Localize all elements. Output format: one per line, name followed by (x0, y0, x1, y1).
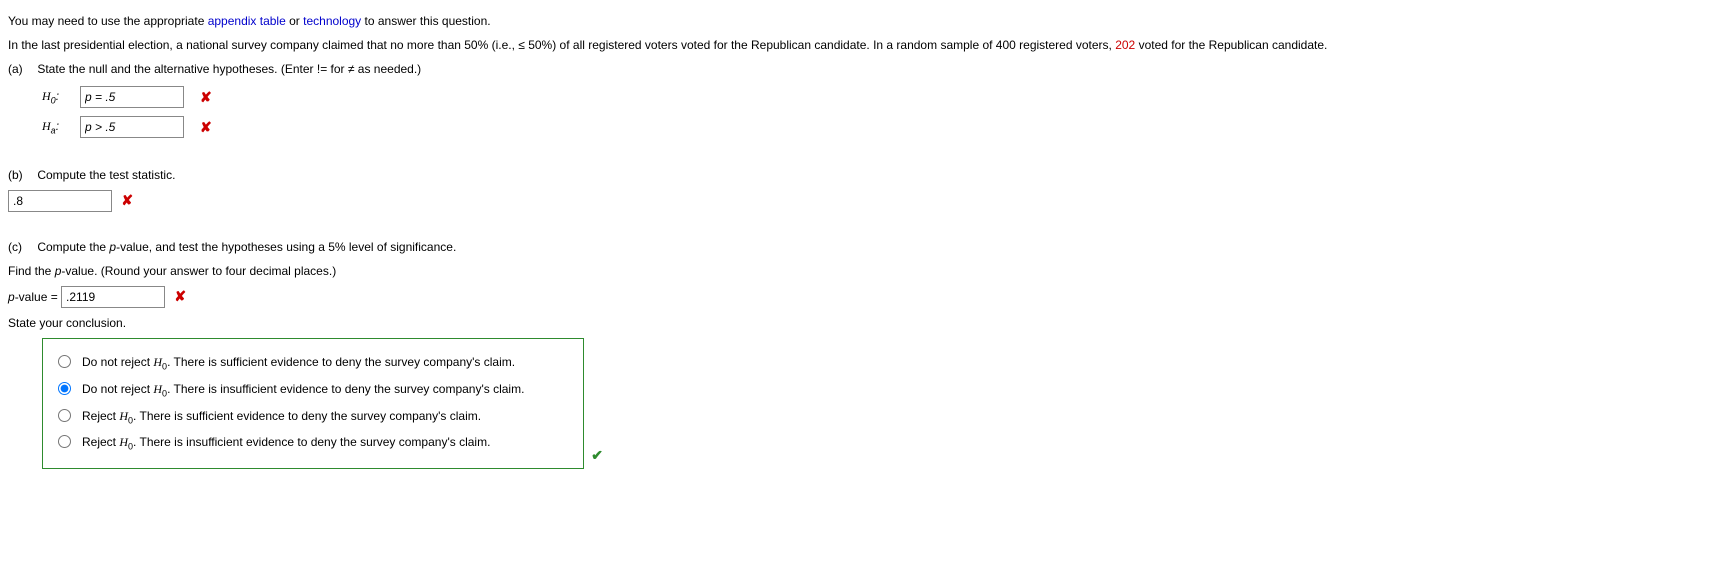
intro-line: You may need to use the appropriate appe… (8, 12, 1718, 30)
intro-pre: You may need to use the appropriate (8, 14, 208, 28)
correct-icon: ✔ (591, 445, 603, 466)
intro-mid: or (289, 14, 303, 28)
context-line: In the last presidential election, a nat… (8, 36, 1718, 54)
incorrect-icon: ✘ (200, 117, 212, 138)
context-pre: In the last presidential election, a nat… (8, 38, 1115, 52)
conclusion-option-1[interactable]: Do not reject H0. There is insufficient … (53, 380, 573, 401)
conclusion-radio-1[interactable] (58, 382, 71, 395)
context-highlight: 202 (1115, 38, 1135, 52)
conclusion-radio-group: Do not reject H0. There is sufficient ev… (42, 338, 584, 469)
conclusion-option-0[interactable]: Do not reject H0. There is sufficient ev… (53, 353, 573, 374)
incorrect-icon: ✘ (174, 288, 186, 304)
ha-label: Ha: (42, 117, 70, 138)
conclusion-radio-0[interactable] (58, 355, 71, 368)
technology-link[interactable]: technology (303, 14, 361, 28)
part-b-label: (b) (8, 166, 34, 184)
test-statistic-input[interactable] (8, 190, 112, 212)
h0-input[interactable] (80, 86, 184, 108)
context-post: voted for the Republican candidate. (1135, 38, 1327, 52)
pvalue-row: p-value = ✘ (8, 286, 1718, 308)
incorrect-icon: ✘ (121, 192, 133, 208)
incorrect-icon: ✘ (200, 87, 212, 108)
ha-input[interactable] (80, 116, 184, 138)
conclusion-heading: State your conclusion. (8, 314, 1718, 332)
h0-row: H0: ✘ (42, 86, 1718, 108)
part-b-text: Compute the test statistic. (37, 166, 175, 184)
conclusion-option-2[interactable]: Reject H0. There is sufficient evidence … (53, 407, 573, 428)
ha-row: Ha: ✘ (42, 116, 1718, 138)
conclusion-option-3[interactable]: Reject H0. There is insufficient evidenc… (53, 433, 573, 454)
part-c-label: (c) (8, 238, 34, 256)
part-c-text: Compute the p-value, and test the hypoth… (37, 238, 456, 256)
pvalue-input[interactable] (61, 286, 165, 308)
conclusion-radio-3[interactable] (58, 435, 71, 448)
intro-post: to answer this question. (365, 14, 491, 28)
part-a-label: (a) (8, 60, 34, 78)
part-a-text: State the null and the alternative hypot… (37, 60, 421, 78)
find-pvalue-text: Find the p-value. (Round your answer to … (8, 262, 1718, 280)
conclusion-radio-2[interactable] (58, 409, 71, 422)
appendix-table-link[interactable]: appendix table (208, 14, 286, 28)
h0-label: H0: (42, 87, 70, 108)
